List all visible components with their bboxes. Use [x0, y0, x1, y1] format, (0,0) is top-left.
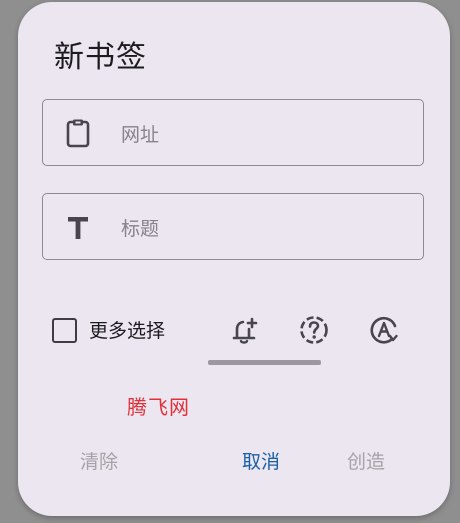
- create-button[interactable]: 创造: [347, 448, 385, 476]
- cancel-button[interactable]: 取消: [242, 448, 280, 476]
- title-input[interactable]: [119, 194, 413, 263]
- url-input[interactable]: [119, 100, 413, 169]
- dialog-title: 新书签: [54, 40, 147, 75]
- watermark-text: 腾飞网: [127, 395, 190, 419]
- text-t-icon: [63, 214, 93, 244]
- more-options-checkbox[interactable]: [52, 318, 77, 343]
- auto-mode-icon[interactable]: [368, 314, 400, 346]
- tab-indicator: [208, 360, 321, 365]
- title-field[interactable]: [42, 193, 424, 263]
- clipboard-icon: [63, 118, 93, 148]
- add-alert-bell-icon[interactable]: [228, 314, 260, 346]
- help-dashed-circle-icon[interactable]: [298, 314, 330, 346]
- new-bookmark-dialog: 新书签 更多选择: [18, 2, 450, 516]
- url-field[interactable]: [42, 99, 424, 169]
- more-options-label[interactable]: 更多选择: [89, 318, 165, 344]
- clear-button[interactable]: 清除: [80, 448, 118, 476]
